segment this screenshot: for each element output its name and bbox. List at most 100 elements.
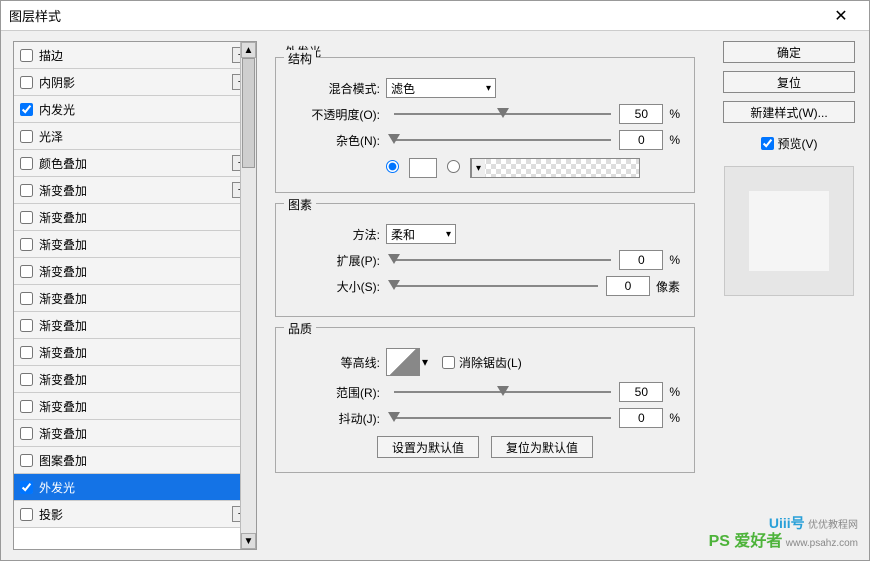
style-checkbox[interactable] [20, 130, 33, 143]
style-row[interactable]: 光泽 [14, 123, 256, 150]
style-checkbox[interactable] [20, 400, 33, 413]
blend-mode-dropdown[interactable]: 滤色 ▾ [386, 78, 496, 98]
style-checkbox[interactable] [20, 184, 33, 197]
style-row[interactable]: 内阴影+ [14, 69, 256, 96]
style-row-label: 渐变叠加 [39, 344, 250, 361]
style-checkbox[interactable] [20, 238, 33, 251]
chevron-down-icon[interactable]: ▾ [422, 355, 428, 369]
jitter-unit: % [669, 411, 680, 425]
contour-picker[interactable] [386, 348, 420, 376]
new-style-button[interactable]: 新建样式(W)... [723, 101, 855, 123]
size-label: 大小(S): [290, 278, 380, 295]
style-row[interactable]: 渐变叠加 [14, 204, 256, 231]
style-row[interactable]: 内发光 [14, 96, 256, 123]
color-swatch[interactable] [409, 158, 437, 178]
style-row-label: 外发光 [39, 479, 250, 496]
ok-button[interactable]: 确定 [723, 41, 855, 63]
spread-label: 扩展(P): [290, 252, 380, 269]
style-row-label: 渐变叠加 [39, 236, 250, 253]
style-checkbox[interactable] [20, 373, 33, 386]
make-default-button[interactable]: 设置为默认值 [377, 436, 479, 458]
opacity-slider[interactable] [394, 106, 611, 122]
jitter-input[interactable] [619, 408, 663, 428]
antialias-label: 消除锯齿(L) [459, 354, 522, 371]
range-input[interactable] [619, 382, 663, 402]
chevron-down-icon: ▾ [471, 159, 485, 177]
style-row[interactable]: 渐变叠加 [14, 393, 256, 420]
range-slider[interactable] [394, 384, 611, 400]
style-checkbox[interactable] [20, 427, 33, 440]
style-row[interactable]: 渐变叠加 [14, 258, 256, 285]
style-row-label: 渐变叠加 [39, 209, 250, 226]
style-checkbox[interactable] [20, 508, 33, 521]
legend-structure: 结构 [284, 50, 316, 67]
style-row-label: 渐变叠加 [39, 371, 250, 388]
noise-unit: % [669, 133, 680, 147]
style-row[interactable]: 渐变叠加 [14, 420, 256, 447]
gradient-swatch[interactable]: ▾ [470, 158, 640, 178]
style-row[interactable]: 渐变叠加 [14, 285, 256, 312]
style-row[interactable]: 投影+ [14, 501, 256, 528]
style-checkbox[interactable] [20, 103, 33, 116]
style-checkbox[interactable] [20, 481, 33, 494]
reset-default-button[interactable]: 复位为默认值 [491, 436, 593, 458]
style-row[interactable]: 渐变叠加+ [14, 177, 256, 204]
noise-input[interactable] [619, 130, 663, 150]
spread-slider[interactable] [394, 252, 611, 268]
style-checkbox[interactable] [20, 346, 33, 359]
style-checkbox[interactable] [20, 76, 33, 89]
style-row-label: 渐变叠加 [39, 425, 250, 442]
scroll-down[interactable]: ▼ [241, 533, 256, 549]
technique-dropdown[interactable]: 柔和 ▾ [386, 224, 456, 244]
scroll-thumb[interactable] [242, 58, 255, 168]
spread-input[interactable] [619, 250, 663, 270]
chevron-down-icon: ▾ [446, 229, 451, 240]
style-row[interactable]: 描边+ [14, 42, 256, 69]
color-radio[interactable] [386, 160, 399, 176]
style-checkbox[interactable] [20, 49, 33, 62]
close-button[interactable]: ✕ [821, 2, 861, 30]
scroll-up[interactable]: ▲ [241, 42, 256, 58]
style-row[interactable]: 图案叠加 [14, 447, 256, 474]
jitter-label: 抖动(J): [290, 410, 380, 427]
spread-unit: % [669, 253, 680, 267]
style-checkbox[interactable] [20, 319, 33, 332]
antialias-checkbox[interactable]: 消除锯齿(L) [442, 354, 522, 371]
range-label: 范围(R): [290, 384, 380, 401]
gradient-radio[interactable] [447, 160, 460, 176]
noise-slider[interactable] [394, 132, 611, 148]
style-row-label: 光泽 [39, 128, 250, 145]
style-checkbox[interactable] [20, 454, 33, 467]
style-row[interactable]: 渐变叠加 [14, 231, 256, 258]
style-row[interactable]: 渐变叠加 [14, 366, 256, 393]
size-input[interactable] [606, 276, 650, 296]
style-row[interactable]: 外发光 [14, 474, 256, 501]
style-row[interactable]: 渐变叠加 [14, 312, 256, 339]
style-row-label: 渐变叠加 [39, 317, 250, 334]
style-row-label: 渐变叠加 [39, 398, 250, 415]
cancel-button[interactable]: 复位 [723, 71, 855, 93]
style-row[interactable]: 渐变叠加 [14, 339, 256, 366]
style-row-label: 渐变叠加 [39, 182, 232, 199]
style-checkbox[interactable] [20, 157, 33, 170]
opacity-input[interactable] [619, 104, 663, 124]
style-checkbox[interactable] [20, 292, 33, 305]
group-structure: 结构 混合模式: 滤色 ▾ 不透明度(O): % 杂色(N): [275, 57, 695, 193]
jitter-slider[interactable] [394, 410, 611, 426]
style-row-label: 投影 [39, 506, 232, 523]
style-row[interactable]: 颜色叠加+ [14, 150, 256, 177]
preview-checkbox[interactable]: 预览(V) [723, 135, 855, 152]
style-checkbox[interactable] [20, 211, 33, 224]
scrollbar[interactable]: ▲ ▼ [240, 42, 256, 549]
legend-elements: 图素 [284, 196, 316, 213]
blend-mode-label: 混合模式: [290, 80, 380, 97]
size-slider[interactable] [394, 278, 598, 294]
size-unit: 像素 [656, 278, 680, 295]
style-checkbox[interactable] [20, 265, 33, 278]
group-elements: 图素 方法: 柔和 ▾ 扩展(P): % 大小(S): [275, 203, 695, 317]
opacity-unit: % [669, 107, 680, 121]
technique-value: 柔和 [391, 226, 415, 243]
style-row-label: 描边 [39, 47, 232, 64]
window-title: 图层样式 [9, 6, 821, 25]
blend-mode-value: 滤色 [391, 80, 415, 97]
